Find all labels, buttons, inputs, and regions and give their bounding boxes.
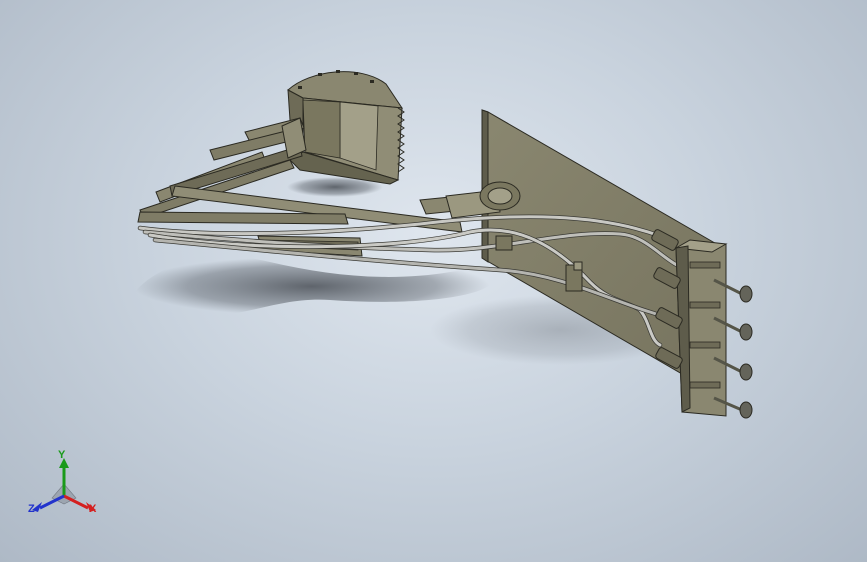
axis-y-label: Y (58, 449, 66, 461)
bucket[interactable] (287, 70, 405, 185)
valve-block[interactable] (674, 239, 728, 417)
view-orientation-triad[interactable]: Y Z X (22, 448, 106, 520)
graphics-viewport[interactable]: Y Z X (0, 0, 867, 562)
axis-x-label: X (89, 503, 97, 515)
axis-z-label: Z (28, 503, 35, 515)
cad-model[interactable] (0, 0, 867, 562)
